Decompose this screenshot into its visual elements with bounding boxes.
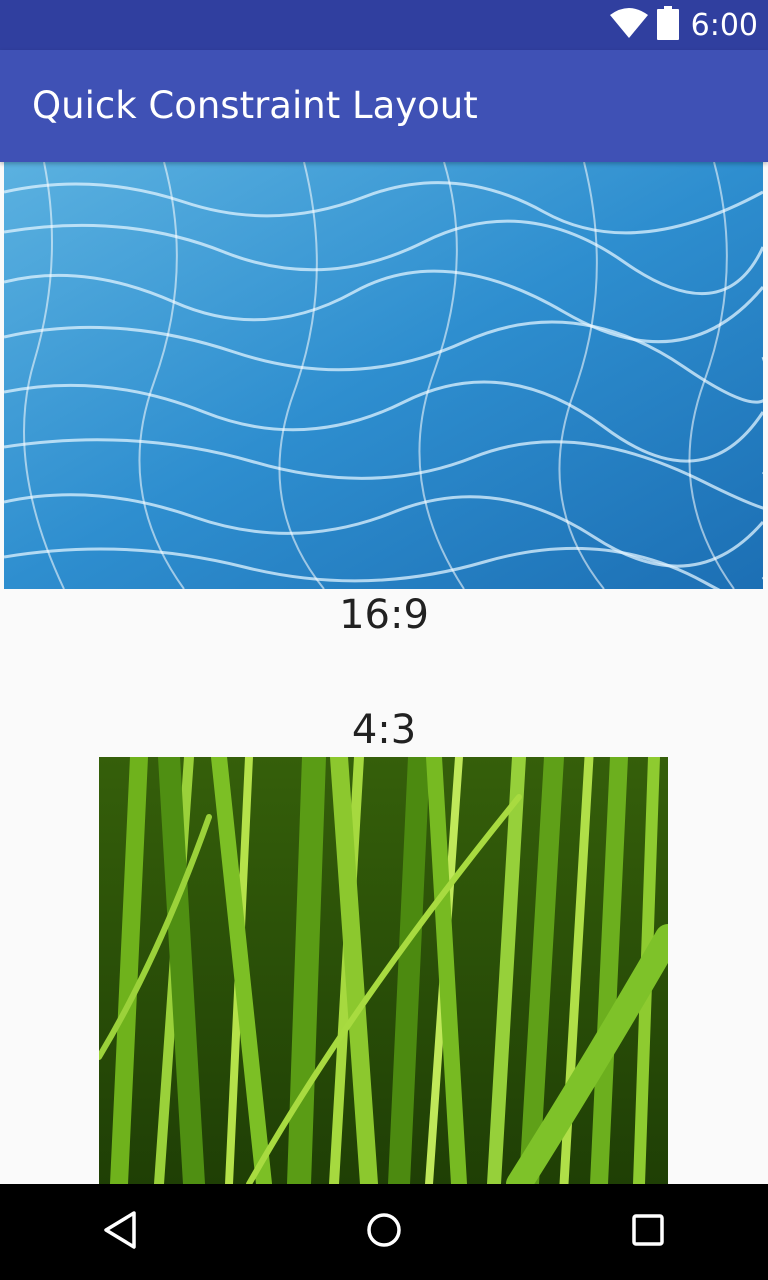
ratio-label-4-3: 4:3	[351, 707, 417, 753]
water-image	[4, 162, 763, 589]
wifi-icon	[609, 7, 649, 43]
back-button[interactable]	[90, 1202, 150, 1262]
app-screen: 6:00 Quick Constraint Layout 16:9 4:3	[0, 0, 768, 1280]
ratio-label-16-9: 16:9	[339, 592, 429, 638]
home-icon	[366, 1212, 402, 1252]
grass-image	[99, 757, 668, 1184]
app-title: Quick Constraint Layout	[32, 84, 478, 127]
status-time: 6:00	[690, 7, 758, 43]
navigation-bar	[0, 1184, 768, 1280]
status-bar: 6:00	[0, 0, 768, 50]
content-area: 16:9 4:3	[0, 162, 768, 1184]
recents-button[interactable]	[618, 1202, 678, 1262]
recents-icon	[632, 1214, 664, 1250]
status-icons: 6:00	[609, 0, 758, 50]
home-button[interactable]	[354, 1202, 414, 1262]
app-bar: Quick Constraint Layout	[0, 50, 768, 162]
battery-icon	[656, 6, 679, 44]
back-icon	[102, 1210, 138, 1254]
